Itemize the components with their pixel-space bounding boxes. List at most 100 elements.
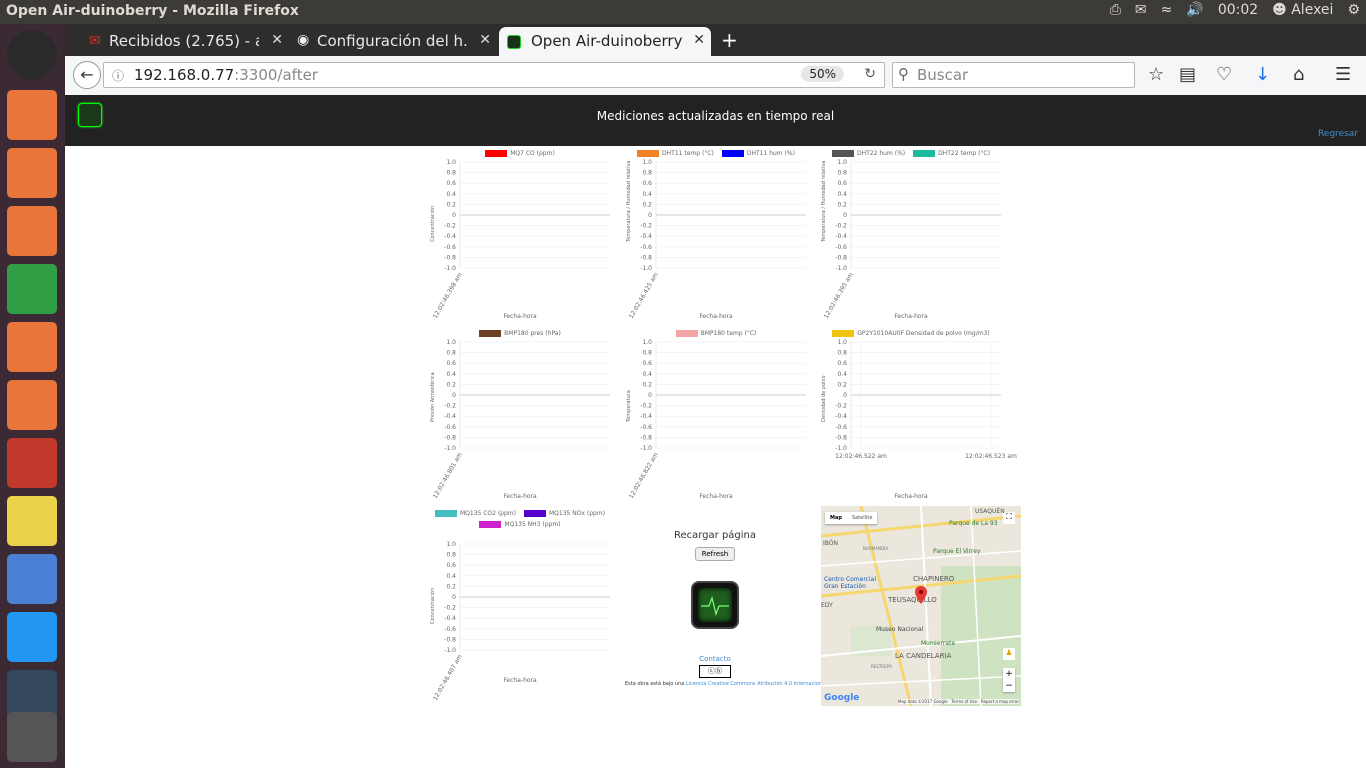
x-axis-label: Fecha-hora xyxy=(503,313,537,320)
y-tick-label: 1.0 xyxy=(446,159,456,166)
y-tick-label: -0.2 xyxy=(444,605,456,612)
indicator-area: ⎙ ✉ ≈ 🔊 00:02 ☻ Alexei ⚙ xyxy=(1110,2,1360,18)
wifi-icon[interactable]: ≈ xyxy=(1161,2,1173,18)
chart-3: DHT22 hum (%) DHT22 temp (°C) 1.0 0.8 0.6 0.4… xyxy=(816,147,1006,325)
bookmark-star-icon[interactable]: ☆ xyxy=(1148,64,1164,85)
y-tick-label: -0.2 xyxy=(835,403,847,410)
tab-open-air[interactable]: Open Air-duinoberry ✕ xyxy=(499,27,711,56)
session-gear-icon[interactable]: ⚙ xyxy=(1347,2,1360,18)
reload-icon[interactable]: ↻ xyxy=(864,66,876,82)
volume-icon[interactable]: 🔊 xyxy=(1186,2,1203,18)
download-icon[interactable]: ↓ xyxy=(1255,64,1270,85)
y-tick-label: -1.0 xyxy=(444,445,456,452)
new-tab-icon[interactable]: + xyxy=(721,28,738,52)
pocket-icon[interactable]: ♡ xyxy=(1216,64,1232,85)
map-type-map[interactable]: Map xyxy=(825,512,847,524)
y-tick-label: 0.2 xyxy=(446,583,456,590)
map-report-link[interactable]: Report a map error xyxy=(981,699,1019,704)
zoom-indicator[interactable]: 50% xyxy=(801,66,844,82)
printer-icon[interactable]: ⎙ xyxy=(1110,2,1121,18)
chromium-icon[interactable] xyxy=(7,554,57,604)
duinoberry-icon xyxy=(507,35,521,49)
heartbeat-icon xyxy=(701,595,729,617)
map-type-control: Map Satellite xyxy=(825,512,878,524)
libreoffice-calc-icon[interactable] xyxy=(7,264,57,314)
map-terms-link[interactable]: Terms of Use xyxy=(951,699,977,704)
contact-link[interactable]: Contacto xyxy=(625,655,805,663)
software-center-icon[interactable] xyxy=(7,380,57,430)
github-icon: ◉ xyxy=(297,32,310,48)
y-tick-label: 0.4 xyxy=(446,191,456,198)
url-bar[interactable]: ⓘ 192.168.0.77:3300/after 50% ↻ xyxy=(103,62,885,88)
y-tick-label: -0.4 xyxy=(835,413,847,420)
map-data-notice: Map data ©2017 Google xyxy=(898,699,948,704)
google-map[interactable]: Map Satellite ⛶ Parque de La 93 Parque E… xyxy=(821,506,1021,706)
map-footer: Map data ©2017 Google Terms of Use Repor… xyxy=(898,699,1019,704)
skype-icon[interactable] xyxy=(7,612,57,662)
tab-label: Open Air-duinoberry xyxy=(531,32,683,50)
reload-heading: Recargar página xyxy=(673,530,757,541)
y-tick-label: 0 xyxy=(648,392,652,399)
y-tick-label: -0.6 xyxy=(444,244,456,251)
license-prefix: Esta obra está bajo una xyxy=(625,681,686,687)
y-axis-label: Concentración xyxy=(430,587,436,624)
y-tick-label: 0.8 xyxy=(446,552,456,559)
refresh-panel: Recargar página Refresh Contacto ⓒⓑ Esta… xyxy=(625,530,828,687)
street-view-pegman-icon[interactable]: ♟ xyxy=(1003,648,1015,660)
back-link[interactable]: Regresar xyxy=(1318,129,1358,139)
libreoffice-impress-icon[interactable] xyxy=(7,206,57,256)
creative-commons-badge-icon[interactable]: ⓒⓑ xyxy=(699,665,731,678)
x-axis-label: Fecha-hora xyxy=(894,313,928,320)
firefox-icon[interactable] xyxy=(7,148,57,198)
map-label: Parque de La 93 xyxy=(949,520,998,527)
page-title: Mediciones actualizadas en tiempo real xyxy=(596,109,835,123)
y-tick-label: 0.8 xyxy=(642,350,652,357)
y-tick-label: 0.6 xyxy=(837,360,847,367)
close-tab-icon[interactable]: ✕ xyxy=(271,32,283,48)
y-tick-label: 0.2 xyxy=(446,381,456,388)
map-type-satellite[interactable]: Satellite xyxy=(847,512,877,524)
map-label: RESTREPO xyxy=(871,664,893,669)
search-icon: ⚲ xyxy=(898,65,909,83)
google-logo: Google xyxy=(824,693,860,703)
y-tick-label: 0.8 xyxy=(446,170,456,177)
refresh-button[interactable]: Refresh xyxy=(694,547,736,561)
chart-1: MQ7 CO (ppm) 1.0 0.8 0.6 0.4 0.2 0 -0.2 -0.4 -0.6… xyxy=(425,147,615,325)
gmail-icon: ✉ xyxy=(89,33,101,49)
system-settings-icon[interactable] xyxy=(7,438,57,488)
y-tick-label: -0.6 xyxy=(444,626,456,633)
zoom-in-button[interactable]: + xyxy=(1003,668,1015,680)
hamburger-menu-icon[interactable]: ☰ xyxy=(1335,64,1351,85)
search-bar[interactable]: ⚲ Buscar xyxy=(892,62,1135,88)
close-tab-icon[interactable]: ✕ xyxy=(693,32,705,48)
info-icon[interactable]: ⓘ xyxy=(112,67,124,84)
trash-icon[interactable] xyxy=(7,712,57,762)
y-tick-label: -0.2 xyxy=(444,223,456,230)
map-label: Parque El Virrey xyxy=(933,548,981,555)
y-tick-label: 0.6 xyxy=(642,180,652,187)
y-tick-label: -0.4 xyxy=(640,233,652,240)
map-pin-icon[interactable] xyxy=(915,586,927,604)
ubuntu-dash-icon[interactable] xyxy=(7,30,57,80)
zoom-out-button[interactable]: − xyxy=(1003,680,1015,692)
web-content: Mediciones actualizadas en tiempo real R… xyxy=(65,95,1366,768)
chrome-icon[interactable] xyxy=(7,496,57,546)
y-tick-label: 0.6 xyxy=(446,562,456,569)
back-arrow-icon[interactable]: ← xyxy=(73,61,101,89)
x-axis-label: Fecha-hora xyxy=(699,493,733,500)
chart-plot: 1.00.80.60.40.20-0.2-0.4-0.6-0.8-1.012:0… xyxy=(823,159,1001,320)
ubuntu-one-icon[interactable] xyxy=(7,322,57,372)
home-icon[interactable]: ⌂ xyxy=(1293,64,1304,85)
close-tab-icon[interactable]: ✕ xyxy=(479,32,491,48)
user-menu[interactable]: ☻ Alexei xyxy=(1272,2,1333,18)
reading-list-icon[interactable]: ▤ xyxy=(1179,64,1196,85)
files-icon[interactable] xyxy=(7,90,57,140)
map-label: EDY xyxy=(821,602,833,609)
tab-gmail[interactable]: ✉ Recibidos (2.765) - a... ✕ xyxy=(83,27,289,56)
license-link[interactable]: Licencia Creative Commons Atribución 4.0… xyxy=(686,681,827,687)
tab-github[interactable]: ◉ Configuración del h... ✕ xyxy=(291,27,497,56)
mail-icon[interactable]: ✉ xyxy=(1135,2,1147,18)
y-axis-label: Temperatura xyxy=(626,389,632,422)
clock[interactable]: 00:02 xyxy=(1218,2,1258,18)
url-text: 192.168.0.77:3300/after xyxy=(134,66,318,84)
